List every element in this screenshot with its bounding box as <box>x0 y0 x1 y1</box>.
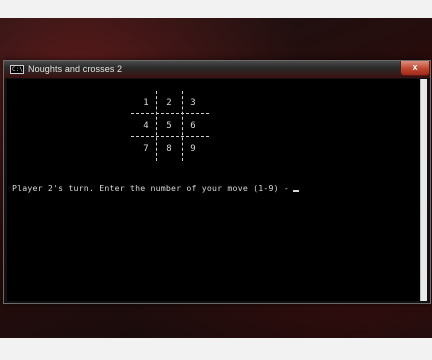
board-horizontal-divider <box>131 113 209 114</box>
board-cell-9: 9 <box>190 144 196 154</box>
text-cursor <box>292 190 299 192</box>
close-button[interactable]: x <box>400 61 430 76</box>
move-prompt-line: Player 2's turn. Enter the number of you… <box>12 183 299 193</box>
page-bottom-margin <box>0 338 432 360</box>
board-vertical-divider <box>156 91 157 161</box>
board-cell-1: 1 <box>143 98 149 108</box>
move-prompt: Player 2's turn. Enter the number of you… <box>12 183 289 193</box>
board-cell-3: 3 <box>190 98 196 108</box>
tic-tac-toe-board: 1 2 3 4 5 6 7 8 9 <box>131 91 209 161</box>
board-horizontal-divider <box>131 136 209 137</box>
console-output[interactable]: 1 2 3 4 5 6 7 8 9 Player 2's turn. Enter… <box>7 79 427 301</box>
window-titlebar[interactable]: C:\ Noughts and crosses 2 x <box>4 61 430 78</box>
board-cell-4: 4 <box>143 121 149 131</box>
window-title: Noughts and crosses 2 <box>28 64 123 74</box>
board-cell-5: 5 <box>166 121 172 131</box>
vertical-scrollbar[interactable] <box>420 79 427 301</box>
board-cell-8: 8 <box>166 144 172 154</box>
board-cell-6: 6 <box>190 121 196 131</box>
board-cell-2: 2 <box>166 98 172 108</box>
console-icon: C:\ <box>10 65 24 74</box>
console-window: C:\ Noughts and crosses 2 x 1 2 3 4 5 6 … <box>3 60 431 304</box>
board-cell-7: 7 <box>143 144 149 154</box>
page-top-margin <box>0 0 432 18</box>
